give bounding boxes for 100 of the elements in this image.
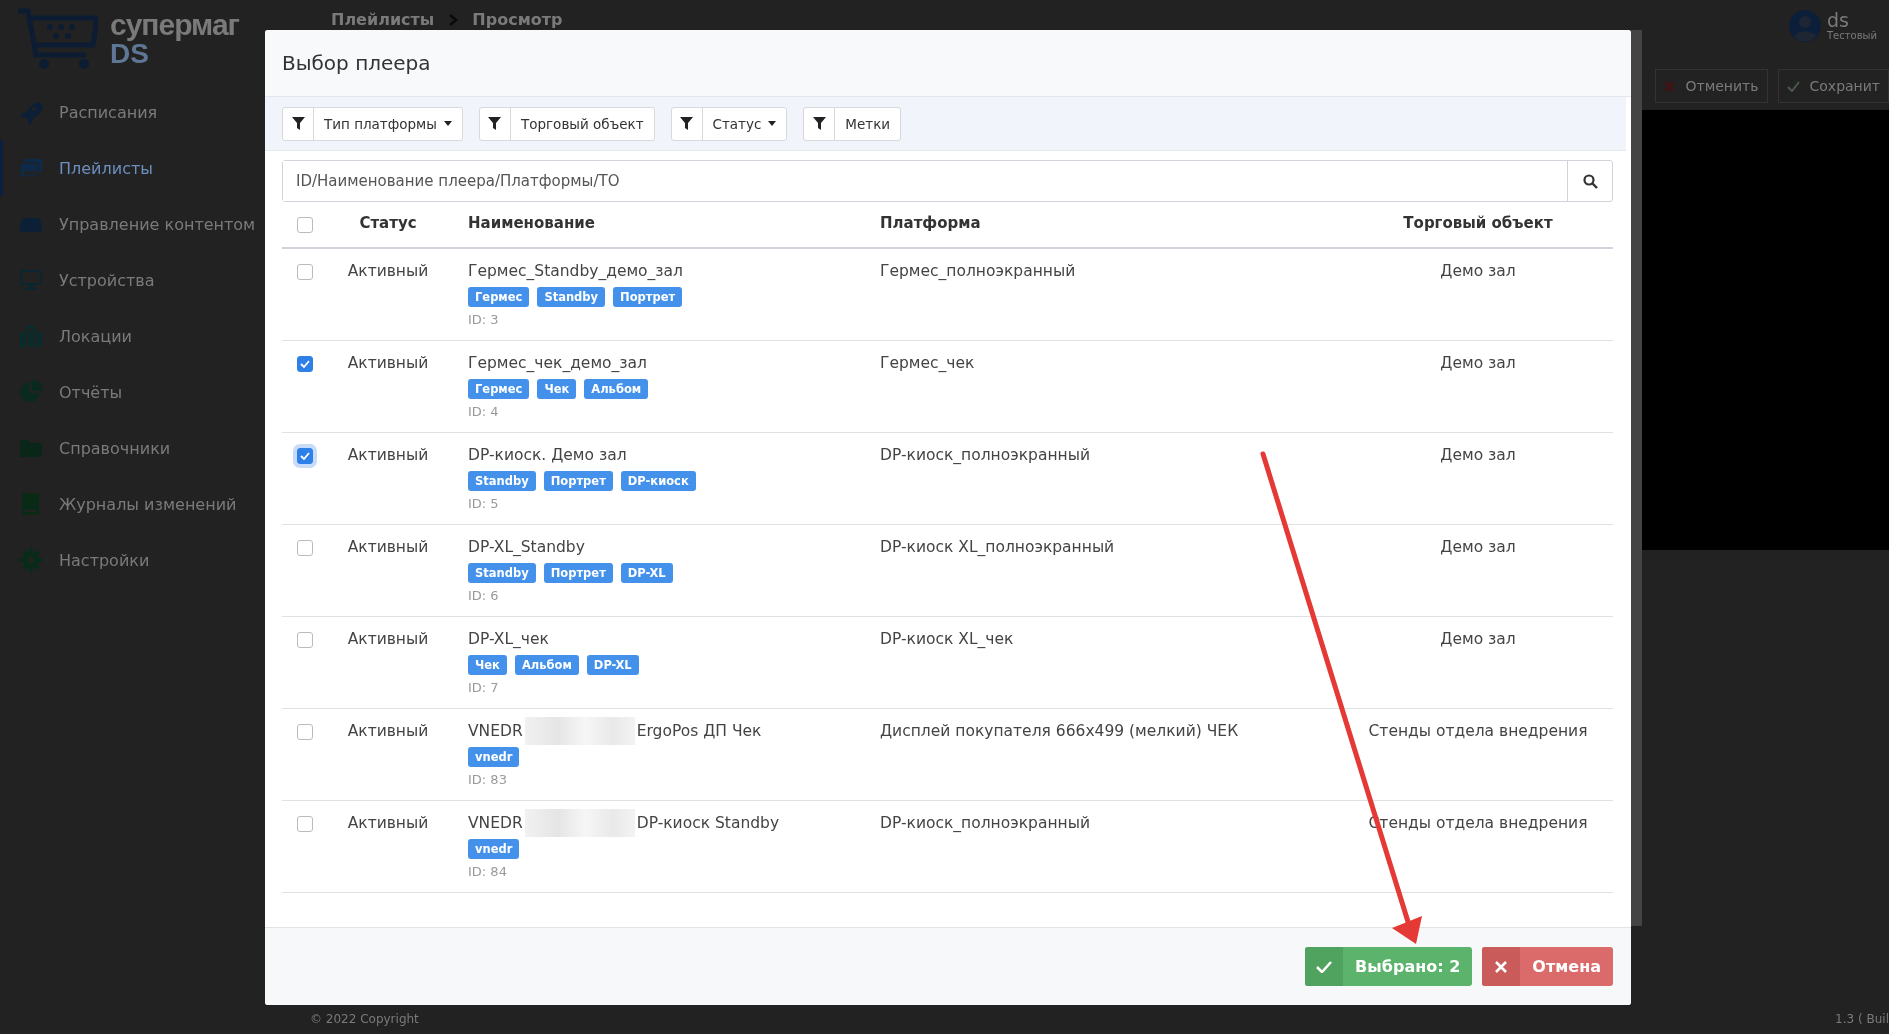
tag: Портрет: [613, 287, 683, 307]
player-name: Гермес_чек_демо_зал: [468, 354, 647, 372]
table-cell: Активный: [347, 538, 429, 556]
checkbox[interactable]: [297, 356, 313, 372]
logo-title: супермаг: [110, 10, 240, 40]
version-text: 1.3 ( Buil: [1835, 1012, 1889, 1026]
table-cell: Демо зал: [1440, 630, 1516, 648]
player-name: VNEDR: [468, 814, 523, 832]
checkbox[interactable]: [297, 724, 313, 740]
filter-button[interactable]: Тип платформы: [282, 106, 463, 141]
sidebar-item[interactable]: Справочники: [0, 420, 265, 476]
cancel-button[interactable]: Отменить: [1655, 69, 1768, 103]
filter-button[interactable]: Торговый объект: [478, 106, 655, 141]
player-id: ID: 4: [468, 404, 500, 419]
filter-icon: [812, 117, 826, 130]
save-button[interactable]: Сохранит: [1777, 69, 1889, 103]
pie-chart-icon: [19, 380, 43, 404]
cancel-button[interactable]: Отмена: [1482, 947, 1613, 986]
sidebar-item[interactable]: Журналы изменений: [0, 476, 265, 532]
column-header: Наименование: [467, 214, 596, 232]
filter-button[interactable]: Метки: [803, 106, 902, 141]
player-name: DP-XL_чек: [468, 630, 549, 648]
table-cell: DP-киоск_полноэкранный: [880, 446, 1090, 464]
tag: Портрет: [543, 471, 613, 491]
caret-icon: [443, 121, 452, 126]
chevron-icon: [448, 13, 459, 26]
avatar-icon: [1789, 10, 1821, 42]
table-cell: Активный: [347, 262, 429, 280]
copyright-text: © 2022 Copyright: [310, 1012, 419, 1026]
check-icon: [1316, 960, 1333, 973]
tag: Портрет: [543, 563, 613, 583]
player-id: ID: 6: [468, 588, 500, 603]
filter-icon: [488, 117, 502, 130]
table-cell: Активный: [347, 722, 429, 740]
check-icon: [1786, 80, 1800, 92]
sidebar-item[interactable]: Устройства: [0, 252, 265, 308]
tag: Чек: [537, 379, 577, 399]
table-cell: DP-киоск_полноэкранный: [880, 814, 1090, 832]
breadcrumb-item: Просмотр: [472, 10, 563, 29]
table-cell: DP-киоск XL_полноэкранный: [880, 538, 1115, 556]
tag: Гермес: [468, 379, 530, 399]
caret-icon: [768, 121, 777, 126]
player-name: Гермес_Standby_демо_зал: [468, 262, 683, 280]
check-icon: [300, 360, 310, 368]
tag: DP-киоск: [620, 471, 696, 491]
checkbox[interactable]: [297, 540, 313, 556]
breadcrumb-item[interactable]: Плейлисты: [331, 10, 435, 29]
table-cell: Активный: [347, 446, 429, 464]
checkbox[interactable]: [297, 816, 313, 832]
table-cell: Стенды отдела внедрения: [1368, 722, 1588, 740]
map-pin-icon: [19, 324, 43, 348]
checkbox[interactable]: [297, 217, 313, 233]
table-cell: Дисплей покупателя 666x499 (мелкий) ЧЕК: [880, 722, 1239, 740]
tag: Альбом: [514, 655, 579, 675]
filter-button[interactable]: Статус: [670, 106, 788, 141]
table-cell: Демо зал: [1440, 446, 1516, 464]
table-cell: Активный: [347, 814, 429, 832]
player-name: ErgoPos ДП Чек: [636, 722, 762, 740]
tag: DP-XL: [586, 655, 639, 675]
tag: Standby: [468, 563, 536, 583]
user-role: Тестовый: [1827, 30, 1877, 41]
confirm-button[interactable]: Выбрано: 2: [1305, 947, 1473, 986]
tag: Standby: [468, 471, 536, 491]
search-icon: [1582, 173, 1598, 189]
sidebar-item[interactable]: Расписания: [0, 84, 265, 140]
table-cell: Гермес_чек: [880, 354, 975, 372]
user-name: ds: [1827, 11, 1850, 30]
sidebar-item[interactable]: Настройки: [0, 532, 265, 588]
table-cell: Гермес_полноэкранный: [880, 262, 1076, 280]
sidebar-item[interactable]: Управление контентом: [0, 196, 265, 252]
filter-icon: [680, 117, 693, 130]
player-name: DP-киоск. Демо зал: [468, 446, 627, 464]
images-icon: [19, 156, 43, 180]
column-header: Торговый объект: [1402, 214, 1554, 232]
table-cell: Демо зал: [1440, 354, 1516, 372]
rocket-icon: [19, 100, 43, 124]
tag: Гермес: [468, 287, 530, 307]
column-header: Статус: [358, 214, 418, 232]
column-header: Платформа: [880, 214, 982, 232]
checkbox[interactable]: [297, 264, 313, 280]
filter-icon: [291, 117, 305, 130]
player-id: ID: 3: [468, 312, 500, 327]
sidebar-item[interactable]: Локации: [0, 308, 265, 364]
tag: Чек: [468, 655, 507, 675]
player-id: ID: 83: [468, 772, 508, 787]
gear-icon: [19, 548, 43, 572]
table-cell: Активный: [347, 354, 429, 372]
tag: Альбом: [584, 379, 649, 399]
close-icon: [1495, 960, 1508, 973]
table-cell: Демо зал: [1440, 262, 1516, 280]
tag: vnedr: [468, 747, 520, 767]
modal-title: Выбор плеера: [282, 51, 431, 75]
player-name: DP-XL_Standby: [468, 538, 585, 556]
sidebar-item[interactable]: Отчёты: [0, 364, 265, 420]
tag: vnedr: [468, 839, 520, 859]
tag: Standby: [537, 287, 606, 307]
player-id: ID: 5: [468, 496, 500, 511]
scrollbar[interactable]: [1631, 30, 1642, 926]
checkbox[interactable]: [297, 632, 313, 648]
cart-icon: [18, 8, 98, 70]
